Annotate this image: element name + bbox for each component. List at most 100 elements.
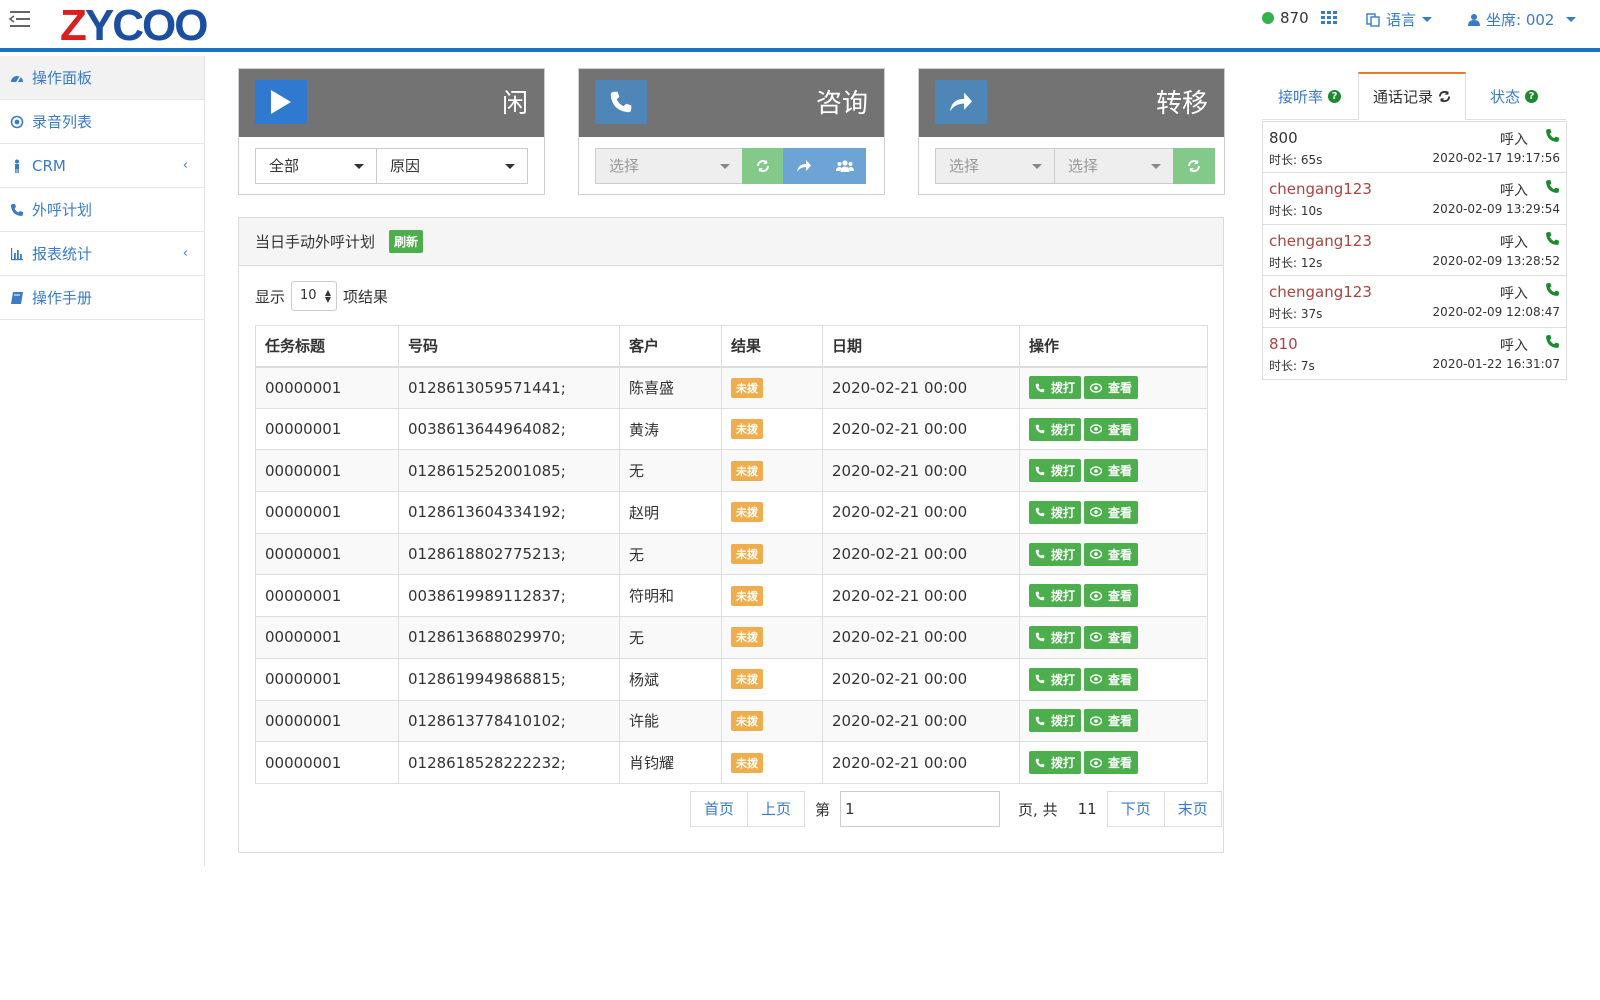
cell-date: 2020-02-21 00:00 — [822, 699, 1020, 743]
dial-button[interactable]: 拨打 — [1029, 667, 1082, 691]
dial-button[interactable]: 拨打 — [1029, 584, 1082, 608]
phone-icon[interactable] — [1545, 334, 1560, 353]
zycoo-logo: ZYCOO — [60, 1, 208, 50]
cell-number: 0038619989112837; — [398, 574, 620, 618]
sidebar-item-recordings[interactable]: 录音列表 — [0, 100, 204, 144]
view-button[interactable]: 查看 — [1084, 417, 1139, 441]
cell-number: 0128619949868815; — [398, 657, 620, 701]
first-page-button[interactable]: 首页 — [690, 791, 749, 827]
phone-icon[interactable] — [1545, 282, 1560, 301]
chevron-down-icon — [720, 164, 730, 169]
cell-result: 未拨 — [721, 657, 823, 701]
view-button[interactable]: 查看 — [1084, 625, 1139, 649]
next-page-button[interactable]: 下页 — [1106, 791, 1165, 827]
view-button[interactable]: 查看 — [1084, 376, 1139, 400]
cell-task: 00000001 — [255, 532, 399, 576]
dial-button[interactable]: 拨打 — [1029, 751, 1082, 775]
call-party: chengang123 — [1269, 283, 1372, 302]
consult-refresh-button[interactable] — [742, 148, 784, 184]
phone-icon[interactable] — [1545, 231, 1560, 250]
transfer-refresh-button[interactable] — [1173, 148, 1215, 184]
sidebar-item-crm[interactable]: CRM ‹ — [0, 144, 204, 188]
phone-icon[interactable] — [1545, 179, 1560, 198]
consult-conference-button[interactable] — [824, 148, 866, 184]
dashboard-icon — [11, 75, 23, 82]
prev-page-button[interactable]: 上页 — [748, 791, 806, 827]
phone-icon[interactable] — [1545, 128, 1560, 147]
last-page-button[interactable]: 末页 — [1164, 791, 1222, 827]
refresh-button[interactable]: 刷新 — [389, 230, 424, 253]
eye-icon — [1090, 466, 1105, 476]
seat-dropdown[interactable]: 坐席: 002 — [1468, 9, 1577, 30]
cell-number: 0128615252001085; — [398, 449, 620, 493]
play-button[interactable] — [255, 80, 307, 124]
tab-status[interactable]: 状态 ? — [1490, 72, 1539, 120]
tab-answer-rate[interactable]: 接听率 ? — [1278, 72, 1342, 120]
call-record-item[interactable]: chengang123 时长: 37s 呼入 2020-02-09 12:08:47 — [1263, 276, 1566, 328]
status-panel: 闲 全部 原因 — [238, 68, 545, 195]
cell-actions: 拨打 查看 — [1019, 366, 1208, 409]
column-header-task[interactable]: 任务标题 — [255, 325, 399, 368]
extension-status[interactable]: 870 — [1262, 9, 1337, 27]
dial-button[interactable]: 拨打 — [1029, 417, 1082, 441]
view-button[interactable]: 查看 — [1084, 542, 1139, 566]
cell-actions: 拨打 查看 — [1019, 449, 1208, 493]
call-record-item[interactable]: chengang123 时长: 10s 呼入 2020-02-09 13:29:54 — [1263, 173, 1566, 225]
page-number-input[interactable]: 1 — [840, 791, 1001, 827]
status-filter-value: 全部 — [269, 157, 300, 175]
cell-actions: 拨打 查看 — [1019, 574, 1208, 618]
call-record-item[interactable]: chengang123 时长: 12s 呼入 2020-02-09 13:28:52 — [1263, 225, 1566, 277]
page-length-select[interactable]: 10 ▲ ▼ — [291, 281, 338, 311]
menu-toggle-icon[interactable] — [8, 8, 34, 30]
column-header-date[interactable]: 日期 — [822, 325, 1020, 368]
status-filter-select[interactable]: 全部 — [255, 148, 377, 184]
cell-actions: 拨打 查看 — [1019, 699, 1208, 743]
sidebar-item-outbound-plan[interactable]: 外呼计划 — [0, 188, 204, 232]
result-badge: 未拨 — [731, 752, 763, 773]
dial-button[interactable]: 拨打 — [1029, 500, 1082, 524]
chevron-down-icon — [1151, 164, 1161, 169]
view-button[interactable]: 查看 — [1084, 584, 1139, 608]
column-header-result[interactable]: 结果 — [721, 325, 823, 368]
view-button[interactable]: 查看 — [1084, 500, 1139, 524]
view-button[interactable]: 查看 — [1084, 751, 1139, 775]
consult-forward-button[interactable] — [783, 148, 825, 184]
consult-call-button[interactable] — [595, 80, 647, 124]
dial-button[interactable]: 拨打 — [1029, 542, 1082, 566]
cell-date: 2020-02-21 00:00 — [822, 366, 1020, 409]
refresh-icon[interactable] — [1438, 90, 1451, 103]
page-prefix: 第 — [815, 800, 831, 819]
table-row: 00000001 0128619949868815; 杨斌 未拨 2020-02-21 … — [255, 657, 1208, 701]
transfer-target-select[interactable]: 选择 — [1054, 148, 1174, 184]
table-row: 00000001 0128613778410102; 许能 未拨 2020-02-21 … — [255, 699, 1208, 743]
transfer-type-select[interactable]: 选择 — [935, 148, 1055, 184]
column-header-number[interactable]: 号码 — [398, 325, 620, 368]
view-button[interactable]: 查看 — [1084, 667, 1139, 691]
call-direction: 呼入 — [1500, 183, 1528, 200]
sidebar-item-reports[interactable]: 报表统计 ‹ — [0, 232, 204, 276]
view-button[interactable]: 查看 — [1084, 709, 1139, 733]
consult-target-select[interactable]: 选择 — [595, 148, 743, 184]
dial-button[interactable]: 拨打 — [1029, 376, 1082, 400]
dial-button[interactable]: 拨打 — [1029, 709, 1082, 733]
column-header-customer[interactable]: 客户 — [619, 325, 722, 368]
sidebar-item-dashboard[interactable]: 操作面板 — [0, 56, 204, 100]
dialpad-icon[interactable] — [1320, 11, 1337, 25]
language-dropdown[interactable]: 语言 — [1366, 9, 1433, 30]
sidebar-item-label: 报表统计 — [32, 245, 93, 263]
cell-customer: 许能 — [619, 699, 722, 743]
view-button[interactable]: 查看 — [1084, 459, 1139, 483]
reason-select[interactable]: 原因 — [376, 148, 528, 184]
results-label: 项结果 — [343, 287, 389, 306]
dial-button[interactable]: 拨打 — [1029, 459, 1082, 483]
sidebar-item-manual[interactable]: 操作手册 — [0, 276, 204, 320]
call-record-item[interactable]: 810 时长: 7s 呼入 2020-01-22 16:31:07 — [1263, 328, 1566, 379]
tab-call-records[interactable]: 通话记录 — [1358, 72, 1467, 120]
dial-button[interactable]: 拨打 — [1029, 625, 1082, 649]
table-row: 00000001 0128618802775213; 无未拨 2020-02-21 0… — [255, 532, 1208, 576]
forward-icon — [797, 160, 811, 172]
call-record-item[interactable]: 800 时长: 65s 呼入 2020-02-17 19:17:56 — [1263, 122, 1566, 174]
transfer-button[interactable] — [935, 80, 987, 124]
call-time: 2020-01-22 16:31:07 — [1432, 356, 1560, 371]
sidebar-item-label: 录音列表 — [32, 113, 93, 131]
